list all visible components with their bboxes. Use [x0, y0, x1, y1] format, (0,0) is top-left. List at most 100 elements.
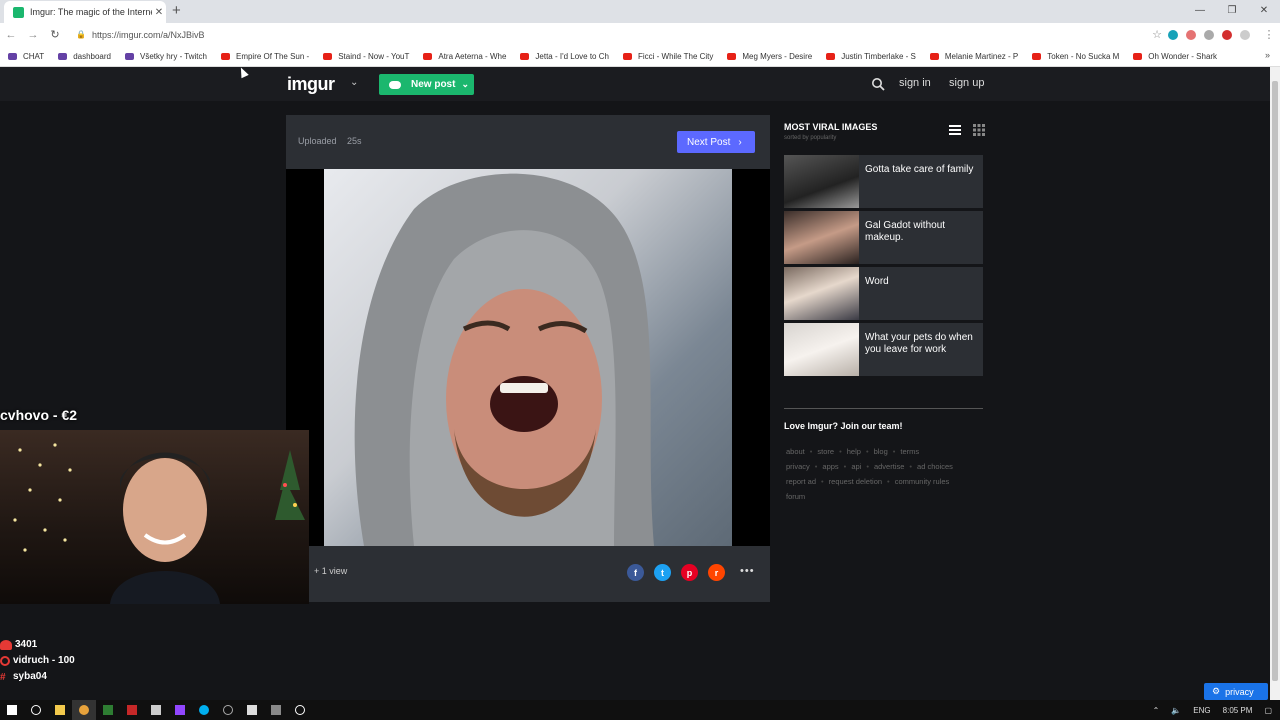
bookmark-item[interactable]: Staind - Now - YouT: [323, 52, 409, 61]
youtube-icon: [520, 52, 530, 60]
bookmark-item[interactable]: Všetky hry - Twitch: [125, 52, 207, 61]
close-window-icon[interactable]: ✕: [1248, 0, 1280, 20]
bookmark-label: Atra Aeterna - Whe: [438, 51, 507, 61]
footer-link[interactable]: privacy: [786, 462, 810, 471]
footer-link[interactable]: apps: [822, 462, 838, 471]
taskbar-xbox[interactable]: [288, 700, 312, 720]
minimize-icon[interactable]: —: [1184, 0, 1216, 20]
footer-link[interactable]: blog: [874, 447, 888, 456]
bookmark-item[interactable]: Atra Aeterna - Whe: [423, 52, 506, 61]
bookmark-item[interactable]: Justin Timberlake - S: [826, 52, 916, 61]
extension-icon[interactable]: [1204, 29, 1214, 40]
chevron-down-icon[interactable]: ⌄: [350, 77, 358, 88]
viral-image-card[interactable]: Gotta take care of family: [784, 155, 983, 208]
volume-icon[interactable]: 🔈: [1171, 706, 1181, 715]
taskbar-chrome[interactable]: [72, 700, 96, 720]
clock[interactable]: 8:05 PM: [1223, 706, 1253, 715]
footer-link[interactable]: advertise: [874, 462, 904, 471]
viral-image-card[interactable]: What your pets do when you leave for wor…: [784, 323, 983, 376]
chrome-icon: [79, 705, 89, 715]
address-bar[interactable]: https://imgur.com/a/NxJBivB: [92, 30, 1146, 40]
language-indicator[interactable]: ENG: [1193, 706, 1210, 715]
star-icon[interactable]: ☆: [1146, 28, 1168, 41]
taskbar-app[interactable]: [144, 700, 168, 720]
bookmark-item[interactable]: Melanie Martinez - P: [929, 51, 1019, 61]
forward-icon[interactable]: →: [22, 29, 44, 41]
new-post-button[interactable]: New post ⌄: [379, 74, 474, 95]
viral-image-card[interactable]: Gal Gadot without makeup.: [784, 211, 983, 264]
browser-tab[interactable]: Imgur: The magic of the Internet ✕: [4, 1, 166, 23]
taskbar-twitch[interactable]: [168, 700, 192, 720]
close-tab-icon[interactable]: ✕: [152, 7, 166, 18]
imgur-logo[interactable]: imgur: [287, 74, 335, 95]
join-team-link[interactable]: Love Imgur? Join our team!: [784, 421, 903, 431]
sign-up-link[interactable]: sign up: [949, 77, 984, 89]
chevron-up-icon[interactable]: ⌃: [1153, 706, 1160, 715]
extension-icon[interactable]: [1168, 29, 1178, 40]
footer-link[interactable]: request deletion: [829, 477, 882, 486]
app-icon: [223, 705, 233, 715]
profile-avatar-icon[interactable]: [1240, 29, 1250, 40]
scrollbar-thumb[interactable]: [1272, 81, 1278, 681]
taskbar-app[interactable]: [120, 700, 144, 720]
taskbar-app[interactable]: [264, 700, 288, 720]
search-icon[interactable]: [871, 77, 885, 91]
taskbar-app[interactable]: [216, 700, 240, 720]
next-post-button[interactable]: Next Post ›: [677, 131, 755, 153]
bookmark-label: Empire Of The Sun -: [235, 51, 310, 61]
pinterest-icon[interactable]: p: [681, 564, 698, 581]
bookmark-item[interactable]: Ficci - While The City: [622, 52, 713, 61]
app-icon: [127, 705, 137, 715]
youtube-icon: [1133, 52, 1143, 60]
start-button[interactable]: [0, 700, 24, 720]
extension-icon[interactable]: [1186, 29, 1196, 40]
xbox-icon: [295, 705, 305, 715]
footer-link[interactable]: store: [817, 447, 834, 456]
bookmark-item[interactable]: Oh Wonder - Shark: [1133, 52, 1217, 61]
footer-separator: •: [839, 447, 842, 456]
post-image[interactable]: [324, 169, 732, 546]
notifications-icon[interactable]: ▢: [1264, 706, 1272, 715]
viral-image-card[interactable]: Word: [784, 267, 983, 320]
footer-link[interactable]: report ad: [786, 477, 816, 486]
taskbar-app[interactable]: [96, 700, 120, 720]
privacy-button[interactable]: ⚙ privacy: [1204, 683, 1268, 700]
bookmark-item[interactable]: CHAT: [8, 52, 44, 61]
footer-link[interactable]: forum: [786, 492, 805, 501]
sign-in-link[interactable]: sign in: [899, 77, 931, 89]
more-options-icon[interactable]: •••: [740, 565, 755, 577]
extension-icon[interactable]: [1222, 29, 1232, 40]
bookmark-item[interactable]: Empire Of The Sun -: [220, 51, 310, 61]
grid-view-icon[interactable]: [973, 124, 985, 136]
taskbar-app[interactable]: [240, 700, 264, 720]
imgur-favicon-icon: [13, 6, 24, 18]
post-media[interactable]: [286, 169, 770, 546]
page-scrollbar[interactable]: [1270, 67, 1280, 700]
lock-icon[interactable]: 🔒: [76, 30, 86, 39]
bookmark-item[interactable]: Token - No Sucka M: [1032, 52, 1119, 61]
bookmark-label: Token - No Sucka M: [1047, 51, 1120, 61]
footer-link[interactable]: terms: [900, 447, 919, 456]
bookmark-label: Melanie Martinez - P: [944, 51, 1019, 61]
back-icon[interactable]: ←: [0, 29, 22, 41]
footer-link[interactable]: community rules: [895, 477, 950, 486]
list-view-icon[interactable]: [949, 124, 961, 136]
taskbar-search[interactable]: [24, 700, 48, 720]
twitter-icon[interactable]: t: [654, 564, 671, 581]
footer-link[interactable]: ad choices: [917, 462, 953, 471]
taskbar-skype[interactable]: [192, 700, 216, 720]
new-tab-icon[interactable]: +: [172, 2, 181, 19]
bookmark-item[interactable]: Meg Myers - Desire: [727, 52, 812, 61]
bookmark-item[interactable]: Jetta - I'd Love to Ch: [520, 52, 609, 61]
facebook-icon[interactable]: f: [627, 564, 644, 581]
footer-link[interactable]: about: [786, 447, 805, 456]
reload-icon[interactable]: ↻: [44, 28, 66, 41]
bookmark-item[interactable]: dashboard: [58, 52, 111, 61]
menu-icon[interactable]: ⋮: [1258, 28, 1280, 41]
footer-link[interactable]: api: [851, 462, 861, 471]
more-bookmarks-icon[interactable]: »: [1265, 50, 1270, 60]
reddit-icon[interactable]: r: [708, 564, 725, 581]
restore-icon[interactable]: ❐: [1216, 0, 1248, 20]
footer-link[interactable]: help: [847, 447, 861, 456]
taskbar-explorer[interactable]: [48, 700, 72, 720]
